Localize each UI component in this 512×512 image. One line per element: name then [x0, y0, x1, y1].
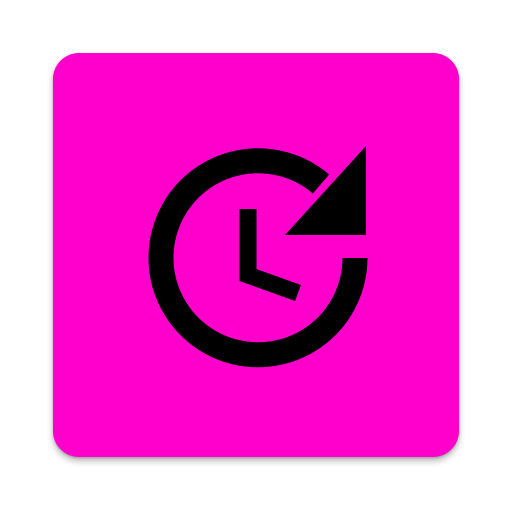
clock-refresh-icon [148, 146, 368, 368]
app-icon[interactable] [53, 53, 459, 457]
refresh-arc [148, 148, 368, 368]
icon-canvas [0, 0, 512, 512]
clock-hands [239, 209, 301, 301]
